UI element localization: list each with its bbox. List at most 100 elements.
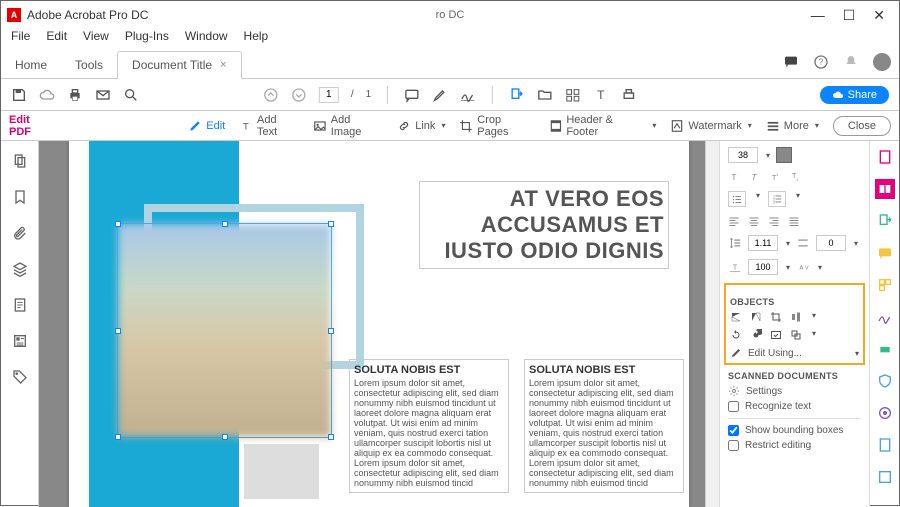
page-current-input[interactable] bbox=[319, 87, 339, 103]
text-style-t1-icon[interactable]: T bbox=[728, 171, 740, 183]
bookmark-icon[interactable] bbox=[12, 189, 28, 205]
menu-edit[interactable]: Edit bbox=[40, 29, 73, 49]
selected-image[interactable] bbox=[117, 223, 332, 438]
bullet-caret[interactable]: ▾ bbox=[756, 191, 760, 207]
pdf-page[interactable]: AT VERO EOS ACCUSAMUS ET IUSTO ODIO DIGN… bbox=[69, 141, 689, 507]
save-icon[interactable] bbox=[11, 87, 27, 103]
header-footer-button[interactable]: Header & Footer▾ bbox=[549, 114, 657, 138]
rotate-cw-icon[interactable] bbox=[750, 329, 762, 341]
close-editpdf-button[interactable]: Close bbox=[833, 116, 891, 136]
watermark-button[interactable]: Watermark▾ bbox=[670, 119, 751, 133]
resize-handle-se[interactable] bbox=[328, 434, 334, 440]
edit-using-button[interactable]: Edit Using... ▾ bbox=[730, 347, 859, 359]
text-column-2[interactable]: SOLUTA NOBIS EST Lorem ipsum dolor sit a… bbox=[524, 359, 684, 493]
print-icon[interactable] bbox=[67, 87, 83, 103]
menu-window[interactable]: Window bbox=[179, 29, 234, 49]
resize-handle-n[interactable] bbox=[222, 221, 228, 227]
tag-icon[interactable] bbox=[12, 369, 28, 385]
zoom-icon[interactable] bbox=[123, 87, 139, 103]
sign-icon[interactable] bbox=[460, 87, 476, 103]
avatar[interactable] bbox=[873, 53, 891, 71]
highlight-icon[interactable] bbox=[432, 87, 448, 103]
help-icon[interactable]: ? bbox=[813, 54, 829, 70]
edit-button[interactable]: Edit bbox=[188, 119, 225, 133]
bell-icon[interactable] bbox=[843, 54, 859, 70]
number-caret[interactable]: ▾ bbox=[796, 191, 800, 207]
arrange-icon[interactable] bbox=[790, 329, 802, 341]
recognize-text-checkbox[interactable] bbox=[728, 401, 739, 412]
crop-object-icon[interactable] bbox=[770, 311, 782, 323]
text-column-1[interactable]: SOLUTA NOBIS EST Lorem ipsum dolor sit a… bbox=[349, 359, 509, 493]
resize-handle-ne[interactable] bbox=[328, 221, 334, 227]
resize-handle-w[interactable] bbox=[115, 328, 121, 334]
enhance-tool[interactable] bbox=[875, 403, 895, 423]
organize-icon[interactable] bbox=[565, 87, 581, 103]
link-button[interactable]: Link▾ bbox=[397, 119, 445, 133]
resize-handle-nw[interactable] bbox=[115, 221, 121, 227]
subscript-icon[interactable]: T1 bbox=[788, 171, 800, 183]
edit-pdf-tool[interactable] bbox=[875, 179, 895, 199]
vertical-scrollbar[interactable] bbox=[705, 141, 719, 507]
bullet-list-button[interactable] bbox=[728, 191, 746, 207]
form-icon[interactable] bbox=[12, 333, 28, 349]
line-height-input[interactable] bbox=[748, 235, 778, 251]
redact-print-icon[interactable] bbox=[621, 87, 637, 103]
resize-handle-sw[interactable] bbox=[115, 434, 121, 440]
mail-icon[interactable] bbox=[95, 87, 111, 103]
align-left-icon[interactable] bbox=[728, 215, 740, 227]
text-icon[interactable]: T bbox=[593, 87, 609, 103]
attachment-icon[interactable] bbox=[12, 225, 28, 241]
resize-handle-s[interactable] bbox=[222, 434, 228, 440]
minimize-button[interactable]: — bbox=[811, 7, 825, 24]
number-list-button[interactable]: 123 bbox=[768, 191, 786, 207]
crop-button[interactable]: Crop Pages bbox=[459, 114, 534, 138]
export-tool[interactable] bbox=[875, 211, 895, 231]
align-objects-icon[interactable] bbox=[790, 311, 802, 323]
menu-help[interactable]: Help bbox=[238, 29, 275, 49]
rotate-ccw-icon[interactable] bbox=[730, 329, 742, 341]
color-swatch[interactable] bbox=[776, 147, 792, 163]
tab-document[interactable]: Document Title × bbox=[117, 51, 241, 79]
replace-image-icon[interactable] bbox=[770, 329, 782, 341]
comment-tool[interactable] bbox=[875, 243, 895, 263]
page-up-icon[interactable] bbox=[263, 87, 279, 103]
folder-icon[interactable] bbox=[537, 87, 553, 103]
fill-sign-tool[interactable] bbox=[875, 307, 895, 327]
tab-tools[interactable]: Tools bbox=[61, 52, 117, 78]
menu-file[interactable]: File bbox=[5, 29, 36, 49]
headline-text-box[interactable]: AT VERO EOS ACCUSAMUS ET IUSTO ODIO DIGN… bbox=[419, 181, 669, 269]
font-size-caret[interactable]: ▾ bbox=[766, 151, 770, 160]
compress-tool[interactable] bbox=[875, 435, 895, 455]
add-image-button[interactable]: Add Image bbox=[313, 114, 383, 138]
settings-button[interactable]: Settings bbox=[728, 385, 861, 397]
protect-tool[interactable] bbox=[875, 371, 895, 391]
spacing-input[interactable] bbox=[816, 235, 846, 251]
create-pdf-tool[interactable] bbox=[875, 147, 895, 167]
more-button[interactable]: More▾ bbox=[766, 119, 819, 133]
print-tool[interactable] bbox=[875, 339, 895, 359]
page-icon-nav[interactable] bbox=[12, 297, 28, 313]
chat-icon[interactable] bbox=[783, 54, 799, 70]
flip-vertical-icon[interactable] bbox=[730, 311, 742, 323]
menu-plugins[interactable]: Plug-Ins bbox=[119, 29, 175, 49]
thumbnails-icon[interactable] bbox=[12, 153, 28, 169]
align-justify-icon[interactable] bbox=[788, 215, 800, 227]
document-canvas[interactable]: AT VERO EOS ACCUSAMUS ET IUSTO ODIO DIGN… bbox=[39, 141, 719, 507]
add-text-button[interactable]: T Add Text bbox=[239, 114, 299, 138]
font-size-input[interactable] bbox=[728, 147, 758, 163]
tab-close-icon[interactable]: × bbox=[220, 59, 226, 71]
align-right-icon[interactable] bbox=[768, 215, 780, 227]
resize-handle-e[interactable] bbox=[328, 328, 334, 334]
export-icon[interactable] bbox=[509, 87, 525, 103]
show-boxes-checkbox[interactable] bbox=[728, 425, 739, 436]
align-center-icon[interactable] bbox=[748, 215, 760, 227]
flip-horizontal-icon[interactable] bbox=[750, 311, 762, 323]
organize-tool[interactable] bbox=[875, 275, 895, 295]
tab-home[interactable]: Home bbox=[1, 52, 61, 78]
comment-icon[interactable] bbox=[404, 87, 420, 103]
layers-icon[interactable] bbox=[12, 261, 28, 277]
close-window-button[interactable]: ✕ bbox=[873, 7, 885, 24]
page-down-icon[interactable] bbox=[291, 87, 307, 103]
more-tools[interactable] bbox=[875, 467, 895, 487]
share-button[interactable]: Share bbox=[820, 86, 889, 104]
